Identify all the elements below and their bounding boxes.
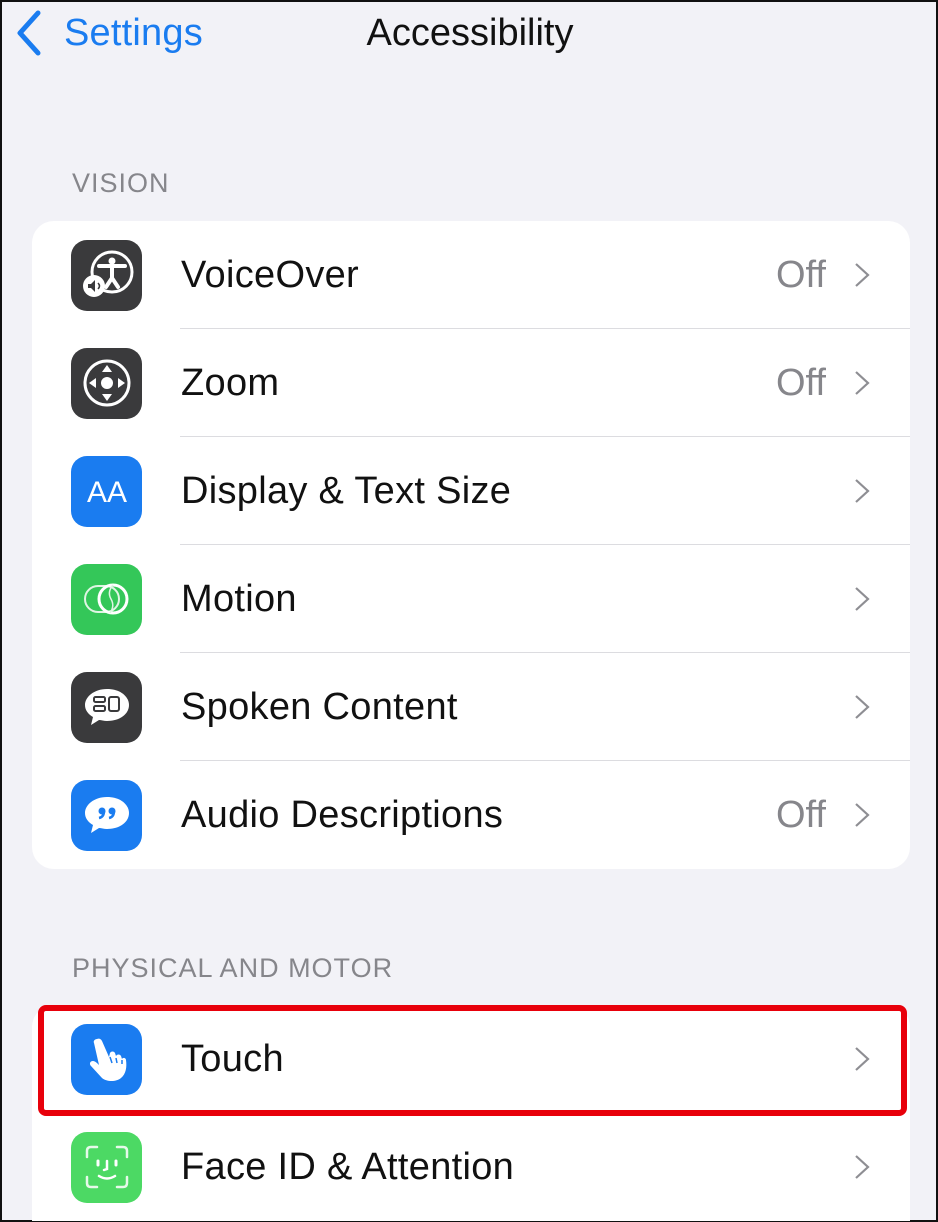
audio-descriptions-icon [71,779,142,851]
row-label: Audio Descriptions [181,793,504,836]
chevron-right-icon [855,1047,870,1071]
row-display-text-size[interactable]: AA Display & Text Size [32,437,910,545]
touch-icon [71,1023,142,1095]
row-label: Touch [181,1037,284,1080]
text-size-icon: AA [71,455,142,527]
chevron-right-icon [855,695,870,719]
chevron-right-icon [855,479,870,503]
section-header-physical-motor: PHYSICAL AND MOTOR [72,953,394,983]
row-zoom[interactable]: Zoom Off [32,329,910,437]
row-label: Zoom [181,361,280,404]
chevron-right-icon [855,1155,870,1179]
chevron-right-icon [855,587,870,611]
chevron-right-icon [855,371,870,395]
zoom-icon [71,347,142,419]
row-label: Spoken Content [181,685,458,728]
section-header-vision: VISION [72,168,170,198]
face-id-icon [71,1131,142,1203]
chevron-right-icon [855,803,870,827]
navigation-bar: Settings Accessibility [2,2,936,72]
voiceover-icon [71,239,142,311]
row-label: Display & Text Size [181,469,512,512]
row-spoken-content[interactable]: Spoken Content [32,653,910,761]
svg-text:AA: AA [86,476,126,509]
page-title: Accessibility [366,12,574,54]
row-label: Face ID & Attention [181,1145,515,1188]
row-value: Off [776,361,826,404]
row-value: Off [776,793,826,836]
motion-icon [71,563,142,635]
spoken-content-icon [71,671,142,743]
row-motion[interactable]: Motion [32,545,910,653]
row-face-id-attention[interactable]: Face ID & Attention [32,1113,910,1221]
row-touch[interactable]: Touch [32,1005,910,1113]
physical-motor-group: Touch Face ID & Attention [32,1005,910,1221]
chevron-right-icon [855,263,870,287]
row-value: Off [776,253,826,296]
row-audio-descriptions[interactable]: Audio Descriptions Off [32,761,910,869]
row-voiceover[interactable]: VoiceOver Off [32,221,910,329]
row-label: Motion [181,577,297,620]
row-label: VoiceOver [181,253,360,296]
vision-group: VoiceOver Off Zoom Off AA Display & Text… [32,221,910,869]
